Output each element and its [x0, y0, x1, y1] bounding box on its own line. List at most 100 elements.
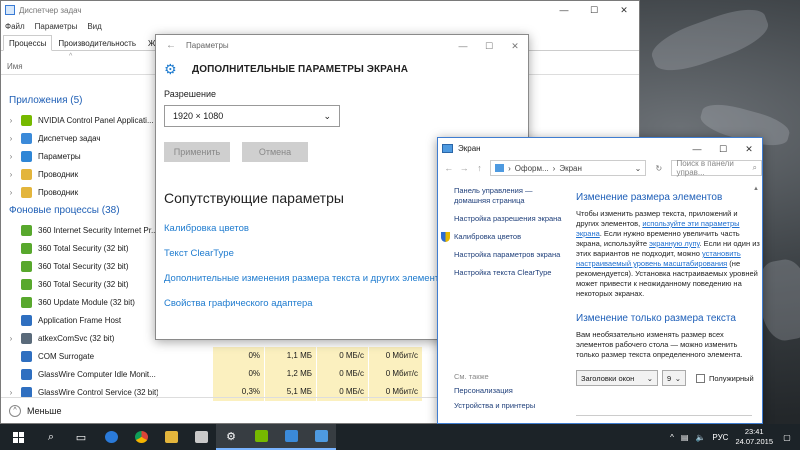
- process-icon: [21, 150, 32, 162]
- cpu-cell: 0%: [213, 365, 265, 383]
- calibrate-color-label: Калибровка цветов: [454, 232, 522, 241]
- search-input[interactable]: Поиск в панели управ... ⌕: [671, 159, 763, 177]
- change-text-size-heading: Изменение только размера текста: [576, 313, 736, 324]
- main-content: Изменение размера элементов Чтобы измени…: [576, 182, 760, 422]
- clock[interactable]: 23:41 24.07.2015: [735, 427, 773, 447]
- expand-chevron-icon[interactable]: ›: [5, 334, 17, 343]
- menu-view[interactable]: Вид: [87, 22, 101, 31]
- process-icon: [21, 278, 32, 290]
- chevron-down-icon[interactable]: ⌄: [635, 164, 642, 173]
- start-button[interactable]: [0, 424, 36, 450]
- search-icon[interactable]: ⌕: [36, 424, 66, 450]
- tab-performance[interactable]: Производительность: [52, 35, 142, 50]
- element-dropdown-value: Заголовки окон: [581, 373, 635, 383]
- display-icon: [442, 143, 453, 153]
- process-icon: [21, 386, 32, 398]
- tab-processes[interactable]: Процессы: [3, 35, 53, 51]
- taskbar: ⌕ ▭ ⚙ ^ ▤ 🔈 РУС 23:41 24.07.2015 ▢: [0, 424, 800, 450]
- settings-titlebar[interactable]: ← Параметры — ☐ ✕: [156, 35, 528, 55]
- magnifier-link[interactable]: экранную лупу: [649, 239, 699, 248]
- close-icon[interactable]: ✕: [609, 1, 639, 19]
- breadcrumb-item-display[interactable]: Экран: [559, 164, 582, 173]
- devices-printers-link[interactable]: Устройства и принтеры: [454, 401, 535, 411]
- network-icon[interactable]: ▤: [681, 433, 689, 442]
- task-manager-titlebar[interactable]: Диспетчер задач — ☐ ✕: [1, 1, 639, 19]
- collapse-chevron-icon[interactable]: ^: [9, 404, 21, 417]
- language-indicator[interactable]: РУС: [712, 433, 728, 442]
- memory-cell: 1,2 МБ: [265, 365, 317, 383]
- font-size-dropdown[interactable]: 9 ⌄: [662, 370, 686, 386]
- control-panel-titlebar[interactable]: Экран — ☐ ✕: [438, 138, 762, 158]
- refresh-icon[interactable]: ↻: [652, 164, 665, 173]
- control-panel-small-icon: [495, 164, 505, 172]
- control-panel-window: Экран — ☐ ✕ ← → ↑ › Оформ... › Экран ⌄ ↻…: [437, 137, 763, 424]
- process-name: NVIDIA Control Panel Applicati...: [38, 115, 154, 125]
- personalization-link[interactable]: Персонализация: [454, 386, 513, 396]
- network-cell: 0 Мбит/с: [369, 347, 423, 365]
- back-arrow-icon[interactable]: ←: [444, 163, 453, 173]
- control-panel-home-link[interactable]: Панель управления — домашняя страница: [454, 186, 564, 206]
- column-name[interactable]: Имя: [7, 62, 23, 71]
- adjust-resolution-link[interactable]: Настройка разрешения экрана: [454, 214, 564, 224]
- fewer-details-link[interactable]: Меньше: [27, 406, 62, 416]
- close-icon[interactable]: ✕: [736, 139, 762, 157]
- display-settings-link[interactable]: Настройка параметров экрана: [454, 250, 564, 260]
- close-icon[interactable]: ✕: [502, 36, 528, 54]
- file-explorer-icon[interactable]: [156, 424, 186, 450]
- menu-file[interactable]: Файл: [5, 22, 25, 31]
- page-title: ДОПОЛНИТЕЛЬНЫЕ ПАРАМЕТРЫ ЭКРАНА: [192, 63, 409, 75]
- up-arrow-icon[interactable]: ↑: [475, 163, 484, 173]
- scroll-up-icon[interactable]: ▲: [752, 186, 760, 192]
- chevron-down-icon: ⌄: [646, 373, 653, 383]
- expand-chevron-icon[interactable]: ›: [5, 152, 17, 161]
- bold-checkbox[interactable]: [696, 373, 705, 383]
- text-size-controls: Заголовки окон ⌄ 9 ⌄ Полужирный: [576, 370, 760, 386]
- expand-chevron-icon[interactable]: ›: [5, 134, 17, 143]
- show-hidden-icons-icon[interactable]: ^: [670, 433, 674, 442]
- minimize-icon[interactable]: —: [450, 36, 476, 54]
- divider: [576, 415, 752, 416]
- process-icon: [21, 114, 32, 126]
- forward-arrow-icon[interactable]: →: [459, 163, 469, 173]
- maximize-icon[interactable]: ☐: [476, 36, 502, 54]
- expand-chevron-icon[interactable]: ›: [5, 188, 17, 197]
- expand-chevron-icon[interactable]: ›: [5, 388, 17, 397]
- scrollbar[interactable]: ▲: [752, 186, 760, 412]
- process-name: GlassWire Control Service (32 bit): [38, 387, 158, 397]
- resolution-dropdown[interactable]: 1920 × 1080 ⌄: [164, 105, 340, 127]
- apply-button[interactable]: Применить: [164, 142, 230, 162]
- edge-browser-icon[interactable]: [96, 424, 126, 450]
- process-name: 360 Total Security (32 bit): [38, 261, 129, 271]
- calibrate-color-link[interactable]: Калибровка цветов: [441, 232, 564, 242]
- element-dropdown[interactable]: Заголовки окон ⌄: [576, 370, 658, 386]
- settings-app-icon[interactable]: ⚙: [216, 424, 246, 450]
- control-panel-taskbar-icon[interactable]: [306, 424, 336, 450]
- app-icon[interactable]: [186, 424, 216, 450]
- process-icon: [21, 368, 32, 380]
- process-icon: [21, 296, 32, 308]
- maximize-icon[interactable]: ☐: [710, 139, 736, 157]
- minimize-icon[interactable]: —: [684, 139, 710, 157]
- process-name: 360 Total Security (32 bit): [38, 243, 129, 253]
- nvidia-icon[interactable]: [246, 424, 276, 450]
- menu-options[interactable]: Параметры: [35, 22, 78, 31]
- breadcrumb-chevron-icon: ›: [508, 163, 511, 173]
- process-icon: [21, 242, 32, 254]
- cancel-button[interactable]: Отмена: [242, 142, 308, 162]
- notifications-icon[interactable]: ▢: [780, 433, 794, 442]
- cleartype-text-link[interactable]: Настройка текста ClearType: [454, 268, 564, 278]
- back-arrow-icon[interactable]: ←: [156, 40, 186, 51]
- breadcrumb-chevron-icon: ›: [552, 163, 556, 173]
- minimize-icon[interactable]: —: [549, 1, 579, 19]
- breadcrumb-item-appearance[interactable]: Оформ...: [515, 164, 549, 173]
- expand-chevron-icon[interactable]: ›: [5, 170, 17, 179]
- expand-chevron-icon[interactable]: ›: [5, 116, 17, 125]
- see-also-label: См. также: [454, 372, 489, 381]
- task-view-icon[interactable]: ▭: [66, 424, 96, 450]
- process-icon: [21, 350, 32, 362]
- volume-icon[interactable]: 🔈: [695, 433, 705, 442]
- task-manager-taskbar-icon[interactable]: [276, 424, 306, 450]
- chrome-icon[interactable]: [126, 424, 156, 450]
- maximize-icon[interactable]: ☐: [579, 1, 609, 19]
- breadcrumb[interactable]: › Оформ... › Экран ⌄: [490, 160, 647, 176]
